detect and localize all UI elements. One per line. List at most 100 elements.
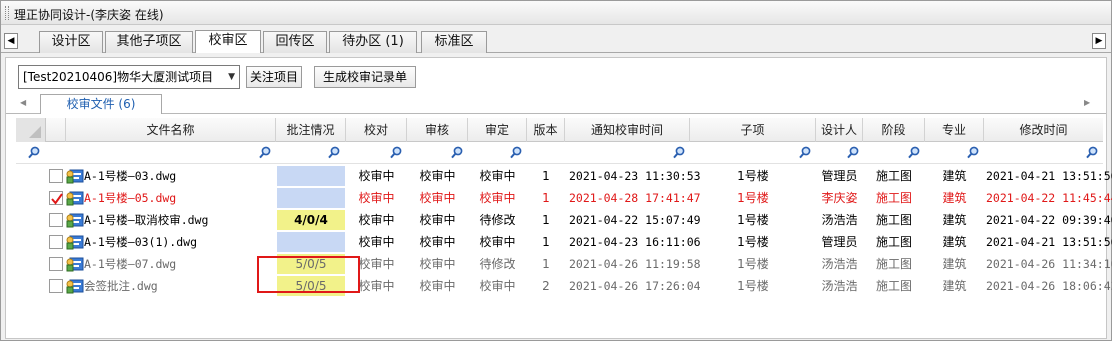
column-header-notify-time[interactable]: 通知校审时间 bbox=[565, 118, 690, 142]
tab-todo[interactable]: 待办区 (1) bbox=[329, 31, 417, 53]
tab-other-subitems[interactable]: 其他子项区 bbox=[105, 31, 193, 53]
cell-version: 2 bbox=[542, 279, 550, 293]
cell-filename[interactable]: 会签批注.dwg bbox=[84, 275, 274, 297]
cell-review: 校审中 bbox=[419, 213, 456, 227]
column-header-proofread[interactable]: 校对 bbox=[346, 118, 407, 142]
grip-icon[interactable] bbox=[5, 6, 9, 20]
column-header-stage[interactable]: 阶段 bbox=[863, 118, 925, 142]
triangle-right-icon[interactable]: ▶ bbox=[1084, 98, 1090, 107]
search-icon[interactable] bbox=[28, 146, 40, 159]
tab-scroll-right-button[interactable]: ▶ bbox=[1092, 33, 1106, 49]
cell-version: 1 bbox=[542, 235, 550, 249]
cell-notify-time: 2021-04-23 16:11:06 bbox=[569, 235, 701, 249]
cell-approve: 校审中 bbox=[479, 169, 516, 183]
project-select-value: [Test20210406]物华大厦测试项目 bbox=[23, 70, 214, 84]
cell-stage: 施工图 bbox=[875, 279, 912, 293]
cell-filename[interactable]: A-1号楼—03(1).dwg bbox=[84, 231, 274, 253]
row-checkbox[interactable] bbox=[49, 257, 63, 271]
sub-tab-bar: ◀ 校审文件 (6) ▶ bbox=[6, 94, 1106, 114]
cell-discipline: 建筑 bbox=[942, 257, 967, 271]
cell-annotation[interactable] bbox=[277, 232, 345, 252]
cell-notify-time: 2021-04-26 17:26:04 bbox=[569, 279, 701, 293]
cell-approve: 待修改 bbox=[479, 257, 516, 271]
cell-designer: 李庆姿 bbox=[821, 191, 858, 205]
cell-filename[interactable]: A-1号楼—取消校审.dwg bbox=[84, 209, 274, 231]
select-all-corner[interactable] bbox=[16, 118, 46, 142]
column-header-review[interactable]: 审核 bbox=[407, 118, 468, 142]
filter-designer-search-icon[interactable] bbox=[847, 146, 859, 159]
cell-review: 校审中 bbox=[419, 191, 456, 205]
dwg-file-icon bbox=[66, 168, 84, 184]
table-row[interactable]: 4/0/4 A-1号楼—取消校审.dwg 校审中 校审中 待修改 1 2021-04-22 … bbox=[16, 209, 1112, 231]
table-row[interactable]: A-1号楼—05.dwg 校审中 校审中 校审中 1 2021-04-28 17:41:4… bbox=[16, 187, 1112, 209]
column-header-subitem[interactable]: 子项 bbox=[690, 118, 816, 142]
cell-filename[interactable]: A-1号楼—07.dwg bbox=[84, 253, 274, 275]
filter-approve-search-icon[interactable] bbox=[510, 146, 522, 159]
title-bar[interactable]: 理正协同设计-(李庆姿 在线) bbox=[1, 1, 1111, 25]
cell-discipline: 建筑 bbox=[942, 191, 967, 205]
column-header-designer[interactable]: 设计人 bbox=[816, 118, 863, 142]
follow-project-button[interactable]: 关注项目 bbox=[246, 66, 302, 88]
review-file-table: 文件名称 批注情况 校对 审核 审定 版本 通知校审时间 子项 设计人 阶段 专… bbox=[16, 118, 1112, 338]
cell-designer: 汤浩浩 bbox=[821, 213, 858, 227]
cell-designer: 汤浩浩 bbox=[821, 279, 858, 293]
filter-discipline-search-icon[interactable] bbox=[967, 146, 979, 159]
filter-modified-search-icon[interactable] bbox=[1086, 146, 1098, 159]
row-checkbox[interactable] bbox=[49, 169, 63, 183]
dwg-file-icon bbox=[66, 212, 84, 228]
filter-annotation-search-icon[interactable] bbox=[328, 146, 340, 159]
cell-approve: 校审中 bbox=[479, 235, 516, 249]
cell-subitem: 1号楼 bbox=[737, 257, 769, 271]
app-window: 理正协同设计-(李庆姿 在线) ◀ 设计区 其他子项区 校审区 回传区 待办区 … bbox=[0, 0, 1112, 341]
column-header-modified[interactable]: 修改时间 bbox=[984, 118, 1103, 142]
cell-modified: 2021-04-21 13:51:56 bbox=[986, 169, 1112, 183]
review-panel: [Test20210406]物华大厦测试项目 ▼ 关注项目 生成校审记录单 ◀ … bbox=[5, 57, 1112, 339]
tab-standard[interactable]: 标准区 bbox=[421, 31, 487, 53]
filter-stage-search-icon[interactable] bbox=[908, 146, 920, 159]
table-row[interactable]: 5/0/5 会签批注.dwg 校审中 校审中 校审中 2 2021-04-26 17:26:… bbox=[16, 275, 1112, 297]
cell-filename[interactable]: A-1号楼—03.dwg bbox=[84, 165, 274, 187]
cell-discipline: 建筑 bbox=[942, 235, 967, 249]
row-checkbox[interactable] bbox=[49, 191, 63, 205]
cell-filename[interactable]: A-1号楼—05.dwg bbox=[84, 187, 274, 209]
table-row[interactable]: A-1号楼—03(1).dwg 校审中 校审中 校审中 1 2021-04-23 16:1… bbox=[16, 231, 1112, 253]
cell-review: 校审中 bbox=[419, 235, 456, 249]
row-checkbox[interactable] bbox=[49, 235, 63, 249]
cell-designer: 管理员 bbox=[821, 169, 858, 183]
cell-stage: 施工图 bbox=[875, 191, 912, 205]
cell-annotation[interactable] bbox=[277, 188, 345, 208]
cell-annotation[interactable]: 4/0/4 bbox=[277, 210, 345, 230]
cell-designer: 管理员 bbox=[821, 235, 858, 249]
table-row[interactable]: A-1号楼—03.dwg 校审中 校审中 校审中 1 2021-04-23 11:30:5… bbox=[16, 165, 1112, 187]
cell-annotation[interactable] bbox=[277, 166, 345, 186]
filter-filename-search-icon[interactable] bbox=[259, 146, 271, 159]
triangle-left-icon[interactable]: ◀ bbox=[20, 98, 26, 107]
column-header-version[interactable]: 版本 bbox=[527, 118, 565, 142]
window-title: 理正协同设计-(李庆姿 在线) bbox=[14, 8, 164, 22]
generate-review-record-button[interactable]: 生成校审记录单 bbox=[314, 66, 416, 88]
filter-notify-time-search-icon[interactable] bbox=[673, 146, 685, 159]
main-tab-bar: ◀ 设计区 其他子项区 校审区 回传区 待办区 (1) 标准区 ▶ bbox=[1, 29, 1111, 53]
cell-modified: 2021-04-26 11:34:10 bbox=[986, 257, 1112, 271]
tab-review[interactable]: 校审区 bbox=[195, 30, 261, 53]
dwg-file-icon bbox=[66, 256, 84, 272]
column-header-annotation[interactable]: 批注情况 bbox=[276, 118, 346, 142]
column-header-approve[interactable]: 审定 bbox=[468, 118, 527, 142]
tab-scroll-left-button[interactable]: ◀ bbox=[4, 33, 18, 49]
filter-review-search-icon[interactable] bbox=[451, 146, 463, 159]
tab-design[interactable]: 设计区 bbox=[39, 31, 103, 53]
column-header-discipline[interactable]: 专业 bbox=[925, 118, 984, 142]
column-header-filename[interactable]: 文件名称 bbox=[66, 118, 276, 142]
tab-return[interactable]: 回传区 bbox=[263, 31, 327, 53]
cell-discipline: 建筑 bbox=[942, 213, 967, 227]
filter-proofread-search-icon[interactable] bbox=[390, 146, 402, 159]
row-checkbox[interactable] bbox=[49, 213, 63, 227]
cell-designer: 汤浩浩 bbox=[821, 257, 858, 271]
row-checkbox[interactable] bbox=[49, 279, 63, 293]
filter-subitem-search-icon[interactable] bbox=[799, 146, 811, 159]
table-row[interactable]: 5/0/5 A-1号楼—07.dwg 校审中 校审中 待修改 1 2021-04-26 11… bbox=[16, 253, 1112, 275]
cell-modified: 2021-04-21 13:51:56 bbox=[986, 235, 1112, 249]
tab-review-files[interactable]: 校审文件 (6) bbox=[40, 94, 162, 114]
cell-approve: 校审中 bbox=[479, 191, 516, 205]
project-select[interactable]: [Test20210406]物华大厦测试项目 ▼ bbox=[18, 65, 240, 89]
